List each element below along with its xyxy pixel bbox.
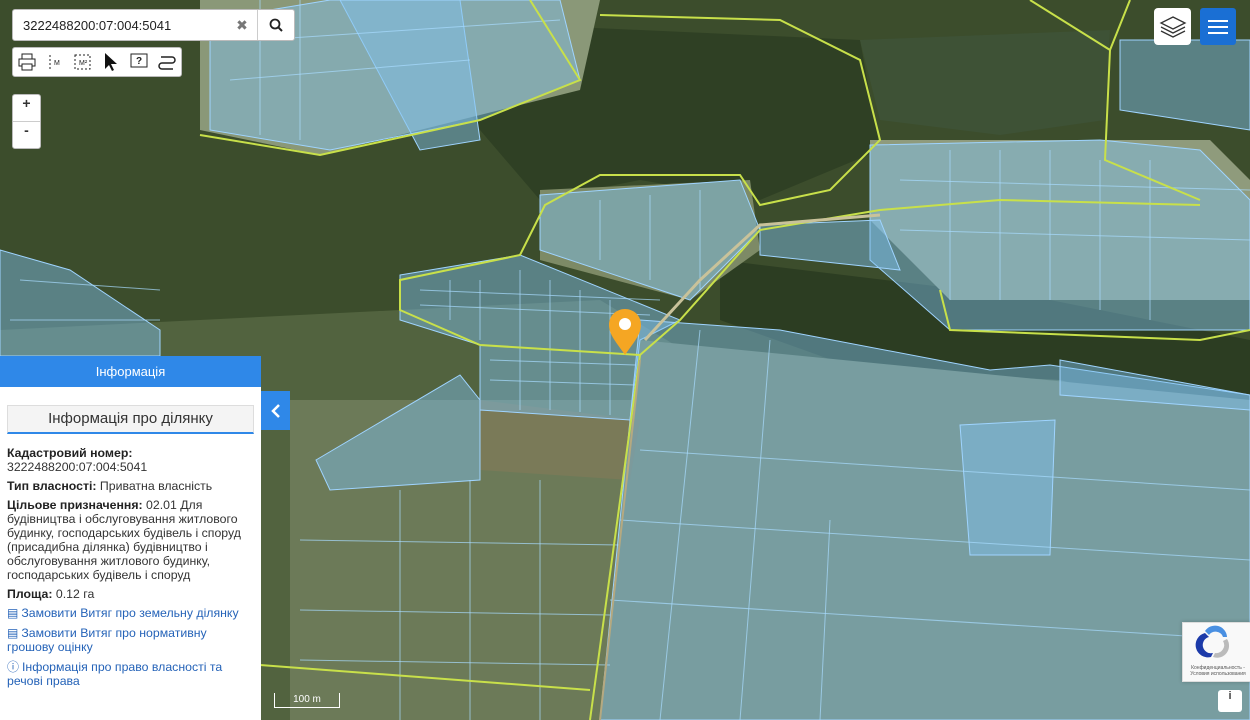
- select-button[interactable]: [97, 48, 125, 76]
- info-panel: Інформація Інформація про ділянку Кадаст…: [0, 356, 261, 720]
- svg-text:M: M: [54, 60, 60, 67]
- close-icon[interactable]: ✖: [227, 17, 257, 34]
- ownership-rights-link[interactable]: ⓘ Інформація про право власності та речов…: [7, 660, 254, 688]
- zoom-control: + -: [12, 94, 41, 149]
- print-button[interactable]: [13, 48, 41, 76]
- layers-button[interactable]: [1154, 8, 1191, 45]
- parcel-info-title: Інформація про ділянку: [7, 405, 254, 434]
- ownership-rights-link-label: Інформація про право власності та речові…: [7, 660, 223, 688]
- layers-icon: [1159, 15, 1186, 38]
- document-icon: ▤: [7, 626, 19, 640]
- document-icon: ▤: [7, 606, 19, 620]
- print-icon: [18, 53, 36, 71]
- menu-icon-bar: [1208, 25, 1228, 28]
- cursor-icon: [105, 53, 117, 71]
- cadastral-row: Кадастровий номер: 3222488200:07:004:504…: [7, 446, 254, 474]
- ownership-label: Тип власності:: [7, 479, 97, 493]
- order-valuation-link-label: Замовити Витяг про нормативну грошову оц…: [7, 626, 207, 654]
- help-button[interactable]: ?: [125, 48, 153, 76]
- purpose-label: Цільове призначення:: [7, 498, 143, 512]
- scale-bar: 100 m: [274, 693, 340, 708]
- area-value: 0.12 га: [55, 587, 95, 601]
- search-icon: [269, 18, 283, 32]
- help-icon: ?: [130, 53, 148, 68]
- area-label: Площа:: [7, 587, 53, 601]
- ruler-icon: M: [49, 55, 60, 69]
- measure-distance-button[interactable]: M: [41, 48, 69, 76]
- menu-button[interactable]: [1200, 8, 1236, 45]
- svg-text:?: ?: [136, 56, 142, 67]
- cadastral-value: 3222488200:07:004:5041: [7, 460, 148, 474]
- ownership-row: Тип власності: Приватна власність: [7, 479, 254, 493]
- recaptcha-badge[interactable]: Конфиденциальность - Условия использован…: [1182, 622, 1250, 682]
- measure-area-button[interactable]: M²: [69, 48, 97, 76]
- recaptcha-text: Конфиденциальность - Условия использован…: [1190, 665, 1246, 677]
- cadastral-label: Кадастровий номер:: [7, 446, 133, 460]
- area-row: Площа: 0.12 га: [7, 587, 254, 601]
- search-input[interactable]: [13, 17, 227, 33]
- recaptcha-icon: [1195, 625, 1230, 658]
- zoom-in-button[interactable]: +: [13, 95, 40, 121]
- search-button[interactable]: [257, 10, 294, 40]
- order-valuation-link[interactable]: ▤ Замовити Витяг про нормативну грошову о…: [7, 626, 254, 654]
- svg-text:M²: M²: [79, 60, 88, 67]
- route-button[interactable]: [153, 48, 181, 76]
- info-icon: ⓘ: [7, 660, 20, 674]
- info-panel-header: Інформація: [0, 356, 261, 387]
- info-panel-body: Інформація про ділянку Кадастровий номер…: [0, 387, 261, 688]
- attribution-info-button[interactable]: i: [1218, 690, 1242, 712]
- search-bar: ✖: [12, 9, 295, 41]
- chevron-left-icon: [270, 403, 280, 418]
- collapse-panel-button[interactable]: [261, 391, 290, 430]
- menu-icon: [1208, 19, 1228, 22]
- map-toolbar: M M² ?: [12, 47, 182, 77]
- area-measure-icon: M²: [74, 54, 91, 70]
- order-extract-link[interactable]: ▤ Замовити Витяг про земельну ділянку: [7, 606, 254, 620]
- order-extract-link-label: Замовити Витяг про земельну ділянку: [21, 606, 239, 620]
- purpose-row: Цільове призначення: 02.01 Для будівницт…: [7, 498, 254, 582]
- zoom-out-button[interactable]: -: [13, 121, 40, 148]
- menu-icon-bar: [1208, 31, 1228, 34]
- ownership-value: Приватна власність: [99, 479, 213, 493]
- route-icon: [158, 56, 176, 70]
